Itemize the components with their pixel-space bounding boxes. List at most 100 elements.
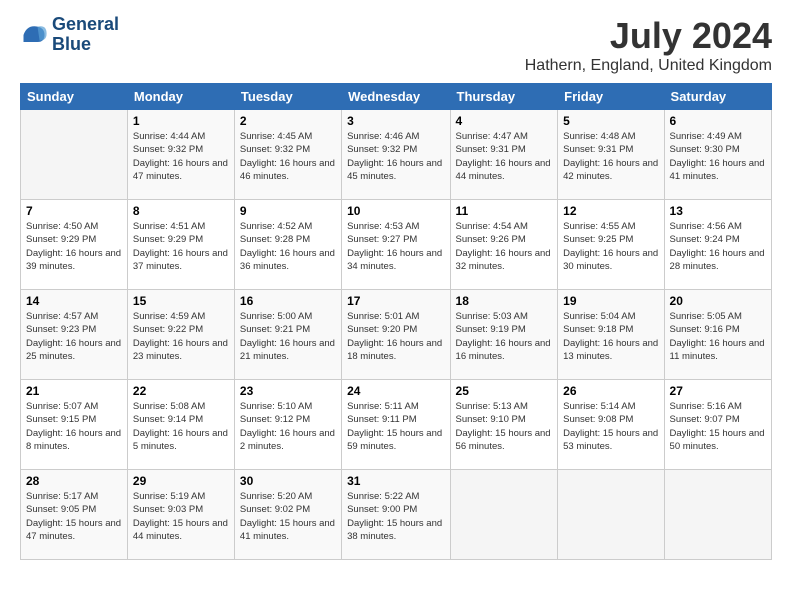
day-info: Sunrise: 4:46 AM Sunset: 9:32 PM Dayligh… [347,130,444,183]
day-number: 25 [456,384,553,398]
day-number: 11 [456,204,553,218]
day-info: Sunrise: 5:17 AM Sunset: 9:05 PM Dayligh… [26,490,122,543]
calendar-cell-w2-d6: 13 Sunrise: 4:56 AM Sunset: 9:24 PM Dayli… [664,200,771,290]
calendar-cell-w2-d5: 12 Sunrise: 4:55 AM Sunset: 9:25 PM Dayli… [558,200,664,290]
day-info: Sunrise: 4:51 AM Sunset: 9:29 PM Dayligh… [133,220,229,273]
day-info: Sunrise: 5:19 AM Sunset: 9:03 PM Dayligh… [133,490,229,543]
header: General Blue July 2024 Hathern, England,… [20,15,772,75]
calendar-cell-w4-d1: 22Sunrise: 5:08 AM Sunset: 9:14 PM Dayli… [127,380,234,470]
week-row-5: 28 Sunrise: 5:17 AM Sunset: 9:05 PM Dayli… [21,470,772,560]
day-number: 17 [347,294,444,308]
logo-icon [20,21,48,49]
day-number: 28 [26,474,122,488]
day-info: Sunrise: 4:56 AM Sunset: 9:24 PM Dayligh… [670,220,766,273]
day-info: Sunrise: 4:50 AM Sunset: 9:29 PM Dayligh… [26,220,122,273]
logo: General Blue [20,15,119,55]
day-number: 16 [240,294,336,308]
calendar-cell-w1-d1: 1 Sunrise: 4:44 AM Sunset: 9:32 PM Daylig… [127,110,234,200]
calendar: Sunday Monday Tuesday Wednesday Thursday… [20,83,772,560]
calendar-cell-w4-d5: 26 Sunrise: 5:14 AM Sunset: 9:08 PM Dayli… [558,380,664,470]
calendar-cell-w3-d5: 19 Sunrise: 5:04 AM Sunset: 9:18 PM Dayli… [558,290,664,380]
day-number: 23 [240,384,336,398]
col-sunday: Sunday [21,84,128,110]
day-number: 21 [26,384,122,398]
day-info: Sunrise: 5:01 AM Sunset: 9:20 PM Dayligh… [347,310,444,363]
day-number: 15 [133,294,229,308]
calendar-cell-w5-d4 [450,470,558,560]
calendar-cell-w1-d4: 4Sunrise: 4:47 AM Sunset: 9:31 PM Daylig… [450,110,558,200]
day-info: Sunrise: 5:00 AM Sunset: 9:21 PM Dayligh… [240,310,336,363]
calendar-cell-w2-d0: 7 Sunrise: 4:50 AM Sunset: 9:29 PM Daylig… [21,200,128,290]
day-number: 27 [670,384,766,398]
day-info: Sunrise: 5:10 AM Sunset: 9:12 PM Dayligh… [240,400,336,453]
calendar-cell-w5-d3: 31Sunrise: 5:22 AM Sunset: 9:00 PM Dayli… [342,470,450,560]
week-row-4: 21 Sunrise: 5:07 AM Sunset: 9:15 PM Dayli… [21,380,772,470]
location: Hathern, England, United Kingdom [525,57,772,75]
calendar-cell-w3-d1: 15 Sunrise: 4:59 AM Sunset: 9:22 PM Dayli… [127,290,234,380]
calendar-cell-w5-d6 [664,470,771,560]
day-number: 6 [670,114,766,128]
day-number: 8 [133,204,229,218]
week-row-1: 1 Sunrise: 4:44 AM Sunset: 9:32 PM Daylig… [21,110,772,200]
day-number: 24 [347,384,444,398]
calendar-cell-w4-d6: 27 Sunrise: 5:16 AM Sunset: 9:07 PM Dayli… [664,380,771,470]
day-number: 9 [240,204,336,218]
day-info: Sunrise: 5:07 AM Sunset: 9:15 PM Dayligh… [26,400,122,453]
day-info: Sunrise: 4:59 AM Sunset: 9:22 PM Dayligh… [133,310,229,363]
col-saturday: Saturday [664,84,771,110]
day-number: 1 [133,114,229,128]
day-info: Sunrise: 4:54 AM Sunset: 9:26 PM Dayligh… [456,220,553,273]
col-friday: Friday [558,84,664,110]
day-number: 12 [563,204,658,218]
day-number: 14 [26,294,122,308]
calendar-cell-w2-d4: 11 Sunrise: 4:54 AM Sunset: 9:26 PM Dayli… [450,200,558,290]
day-info: Sunrise: 5:20 AM Sunset: 9:02 PM Dayligh… [240,490,336,543]
calendar-cell-w4-d4: 25 Sunrise: 5:13 AM Sunset: 9:10 PM Dayli… [450,380,558,470]
day-number: 30 [240,474,336,488]
day-number: 29 [133,474,229,488]
calendar-cell-w2-d3: 10Sunrise: 4:53 AM Sunset: 9:27 PM Dayli… [342,200,450,290]
day-info: Sunrise: 4:57 AM Sunset: 9:23 PM Dayligh… [26,310,122,363]
day-number: 31 [347,474,444,488]
day-info: Sunrise: 5:11 AM Sunset: 9:11 PM Dayligh… [347,400,444,453]
page: General Blue July 2024 Hathern, England,… [0,0,792,612]
day-info: Sunrise: 5:14 AM Sunset: 9:08 PM Dayligh… [563,400,658,453]
day-number: 2 [240,114,336,128]
day-number: 7 [26,204,122,218]
day-info: Sunrise: 5:04 AM Sunset: 9:18 PM Dayligh… [563,310,658,363]
calendar-cell-w5-d1: 29 Sunrise: 5:19 AM Sunset: 9:03 PM Dayli… [127,470,234,560]
day-info: Sunrise: 5:16 AM Sunset: 9:07 PM Dayligh… [670,400,766,453]
calendar-cell-w1-d3: 3Sunrise: 4:46 AM Sunset: 9:32 PM Daylig… [342,110,450,200]
day-number: 13 [670,204,766,218]
day-info: Sunrise: 4:49 AM Sunset: 9:30 PM Dayligh… [670,130,766,183]
calendar-header-row: Sunday Monday Tuesday Wednesday Thursday… [21,84,772,110]
calendar-cell-w3-d3: 17 Sunrise: 5:01 AM Sunset: 9:20 PM Dayli… [342,290,450,380]
logo-text: General Blue [52,15,119,55]
col-tuesday: Tuesday [234,84,341,110]
day-info: Sunrise: 5:13 AM Sunset: 9:10 PM Dayligh… [456,400,553,453]
day-info: Sunrise: 5:03 AM Sunset: 9:19 PM Dayligh… [456,310,553,363]
day-info: Sunrise: 4:44 AM Sunset: 9:32 PM Dayligh… [133,130,229,183]
day-info: Sunrise: 5:05 AM Sunset: 9:16 PM Dayligh… [670,310,766,363]
calendar-cell-w1-d5: 5Sunrise: 4:48 AM Sunset: 9:31 PM Daylig… [558,110,664,200]
day-info: Sunrise: 5:08 AM Sunset: 9:14 PM Dayligh… [133,400,229,453]
col-wednesday: Wednesday [342,84,450,110]
calendar-cell-w4-d3: 24 Sunrise: 5:11 AM Sunset: 9:11 PM Dayli… [342,380,450,470]
day-number: 26 [563,384,658,398]
col-thursday: Thursday [450,84,558,110]
calendar-cell-w1-d2: 2 Sunrise: 4:45 AM Sunset: 9:32 PM Daylig… [234,110,341,200]
col-monday: Monday [127,84,234,110]
month-title: July 2024 [525,15,772,57]
day-number: 19 [563,294,658,308]
calendar-cell-w3-d6: 20 Sunrise: 5:05 AM Sunset: 9:16 PM Dayli… [664,290,771,380]
day-number: 18 [456,294,553,308]
day-number: 20 [670,294,766,308]
day-info: Sunrise: 4:53 AM Sunset: 9:27 PM Dayligh… [347,220,444,273]
calendar-cell-w4-d2: 23 Sunrise: 5:10 AM Sunset: 9:12 PM Dayli… [234,380,341,470]
calendar-cell-w1-d6: 6 Sunrise: 4:49 AM Sunset: 9:30 PM Daylig… [664,110,771,200]
calendar-cell-w4-d0: 21 Sunrise: 5:07 AM Sunset: 9:15 PM Dayli… [21,380,128,470]
day-info: Sunrise: 4:45 AM Sunset: 9:32 PM Dayligh… [240,130,336,183]
day-info: Sunrise: 4:55 AM Sunset: 9:25 PM Dayligh… [563,220,658,273]
calendar-cell-w5-d0: 28 Sunrise: 5:17 AM Sunset: 9:05 PM Dayli… [21,470,128,560]
week-row-2: 7 Sunrise: 4:50 AM Sunset: 9:29 PM Daylig… [21,200,772,290]
